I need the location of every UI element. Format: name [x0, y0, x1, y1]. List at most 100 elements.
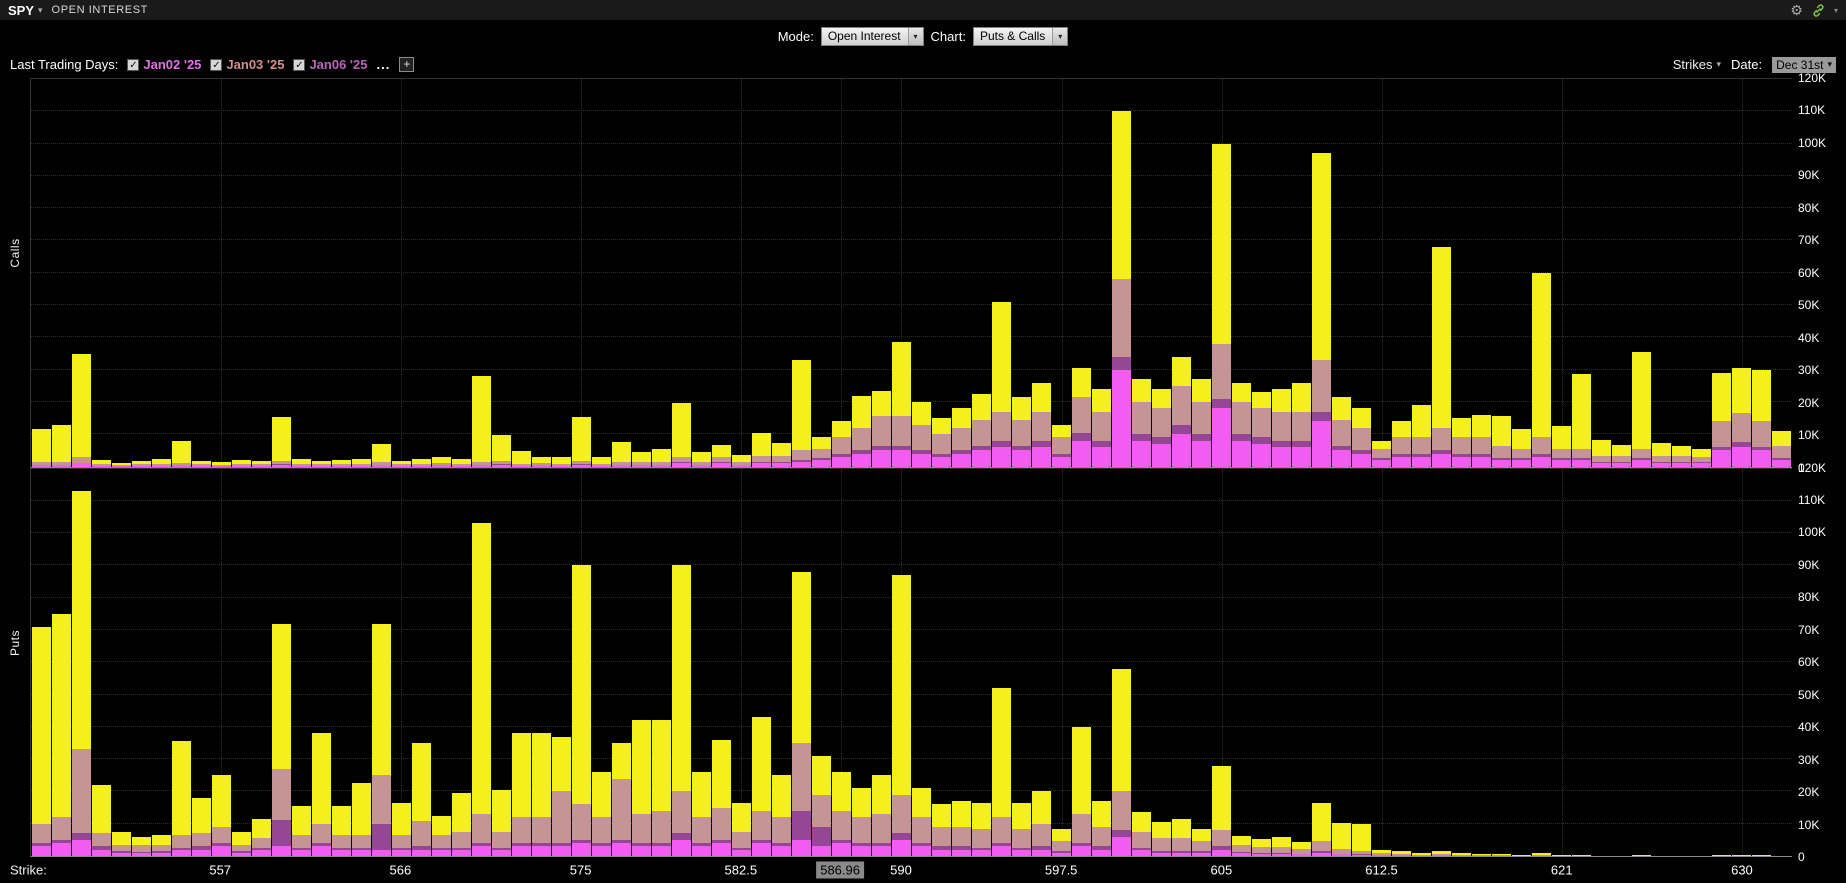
- oi-bar-segment: [1172, 385, 1191, 425]
- oi-bar-segment: [32, 823, 51, 844]
- oi-bar-segment: [172, 849, 191, 856]
- oi-bar: [1732, 469, 1751, 856]
- oi-bar-segment: [972, 393, 991, 420]
- symbol-selector[interactable]: SPY ▾: [8, 3, 43, 18]
- header-actions: ⚙ ▾: [1790, 3, 1838, 18]
- day-filter[interactable]: ✓ Jan06 '25: [293, 57, 367, 72]
- oi-bar-segment: [1132, 849, 1151, 856]
- oi-bar-segment: [572, 565, 591, 805]
- day-filter-label[interactable]: Jan03 '25: [226, 57, 284, 72]
- oi-bar-segment: [1352, 855, 1371, 856]
- oi-bar-segment: [372, 623, 391, 776]
- oi-bar: [1092, 79, 1111, 467]
- oi-bar: [512, 469, 531, 856]
- oi-bar-segment: [892, 794, 911, 834]
- oi-bar-segment: [1172, 434, 1191, 467]
- oi-bar-segment: [692, 464, 711, 467]
- oi-bar-segment: [1292, 854, 1311, 856]
- oi-bar-segment: [1572, 374, 1591, 449]
- oi-bar-segment: [312, 465, 331, 467]
- oi-bar-segment: [272, 623, 291, 769]
- oi-bar-segment: [92, 784, 111, 834]
- oi-bar-segment: [1492, 445, 1511, 459]
- link-icon[interactable]: [1811, 3, 1826, 18]
- strike-tick: 575: [569, 862, 592, 878]
- y-axis-tick-label: 20K: [1798, 785, 1820, 800]
- oi-bar-segment: [752, 810, 771, 840]
- oi-bar-segment: [972, 802, 991, 829]
- oi-bar-segment: [1072, 846, 1091, 856]
- oi-bar: [772, 79, 791, 467]
- oi-bar-segment: [1092, 826, 1111, 847]
- y-axis-tick-label: 120K: [1798, 460, 1827, 475]
- oi-bar-segment: [32, 429, 51, 462]
- oi-bar: [852, 469, 871, 856]
- oi-bar: [812, 469, 831, 856]
- puts-axis-label: Puts: [8, 629, 22, 656]
- oi-bar-segment: [412, 743, 431, 821]
- oi-bar-segment: [1332, 450, 1351, 467]
- day-filter[interactable]: ✓ Jan02 '25: [127, 57, 201, 72]
- oi-bar-segment: [972, 450, 991, 467]
- add-expiration-button[interactable]: +: [399, 57, 415, 72]
- oi-bar-segment: [1472, 437, 1491, 454]
- checkbox-checked-icon[interactable]: ✓: [127, 58, 140, 71]
- day-filter-label[interactable]: Jan06 '25: [309, 57, 367, 72]
- day-filter[interactable]: ✓ Jan03 '25: [210, 57, 284, 72]
- oi-bar: [612, 79, 631, 467]
- oi-bar: [1672, 79, 1691, 467]
- oi-bar: [292, 469, 311, 856]
- oi-bar-segment: [872, 450, 891, 467]
- checkbox-checked-icon[interactable]: ✓: [210, 58, 223, 71]
- oi-bar-segment: [892, 839, 911, 856]
- checkbox-checked-icon[interactable]: ✓: [293, 58, 306, 71]
- oi-bar: [212, 79, 231, 467]
- strike-tick: 630: [1731, 862, 1753, 878]
- oi-bar-segment: [512, 817, 531, 844]
- strikes-dropdown[interactable]: Strikes ▾: [1673, 57, 1721, 72]
- oi-bar-segment: [52, 424, 71, 462]
- gear-icon[interactable]: ⚙: [1790, 3, 1803, 17]
- y-axis-tick-label: 120K: [1798, 71, 1827, 85]
- oi-bar-segment: [1032, 382, 1051, 412]
- oi-bar: [872, 79, 891, 467]
- oi-bar: [832, 469, 851, 856]
- oi-bar: [752, 469, 771, 856]
- puts-panel: Puts 0 10K 20K 30K 40K 50K 60K 70K 80K 90K 100K 110…: [0, 461, 1846, 865]
- day-filter-label[interactable]: Jan02 '25: [143, 57, 201, 72]
- chart-select[interactable]: Puts & Calls ▾: [972, 26, 1069, 46]
- oi-bar-segment: [792, 461, 811, 467]
- oi-bar-segment: [1212, 765, 1231, 831]
- oi-bar-segment: [892, 575, 911, 795]
- more-days-ellipsis[interactable]: ...: [376, 57, 390, 72]
- oi-bar-segment: [1032, 849, 1051, 856]
- strike-tick: 605: [1210, 862, 1233, 878]
- oi-bar: [252, 79, 271, 467]
- oi-bar: [72, 469, 91, 856]
- oi-bar: [872, 469, 891, 856]
- oi-bar: [192, 469, 211, 856]
- oi-bar-segment: [1392, 421, 1411, 438]
- oi-bar: [1652, 79, 1671, 467]
- oi-bar-segment: [1112, 369, 1131, 467]
- calls-left-gutter: Calls: [0, 78, 30, 468]
- oi-bar: [1492, 79, 1511, 467]
- oi-bar-segment: [912, 817, 931, 844]
- oi-bar-segment: [652, 810, 671, 844]
- oi-bar-segment: [432, 815, 451, 836]
- oi-bar-segment: [252, 838, 271, 848]
- oi-bar-segment: [732, 464, 751, 467]
- oi-bar-segment: [932, 849, 951, 856]
- oi-bar: [472, 469, 491, 856]
- oi-bar-segment: [492, 849, 511, 856]
- mode-select[interactable]: Open Interest ▾: [820, 26, 924, 46]
- oi-bar-segment: [372, 849, 391, 856]
- oi-bar-segment: [172, 741, 191, 836]
- oi-bar-segment: [632, 464, 651, 467]
- oi-bar-segment: [912, 401, 931, 425]
- oi-bar-segment: [1212, 398, 1231, 409]
- caret-down-icon[interactable]: ▾: [1834, 6, 1838, 15]
- oi-bar-segment: [912, 846, 931, 856]
- oi-bar-segment: [1252, 392, 1271, 409]
- oi-bar-segment: [172, 440, 191, 464]
